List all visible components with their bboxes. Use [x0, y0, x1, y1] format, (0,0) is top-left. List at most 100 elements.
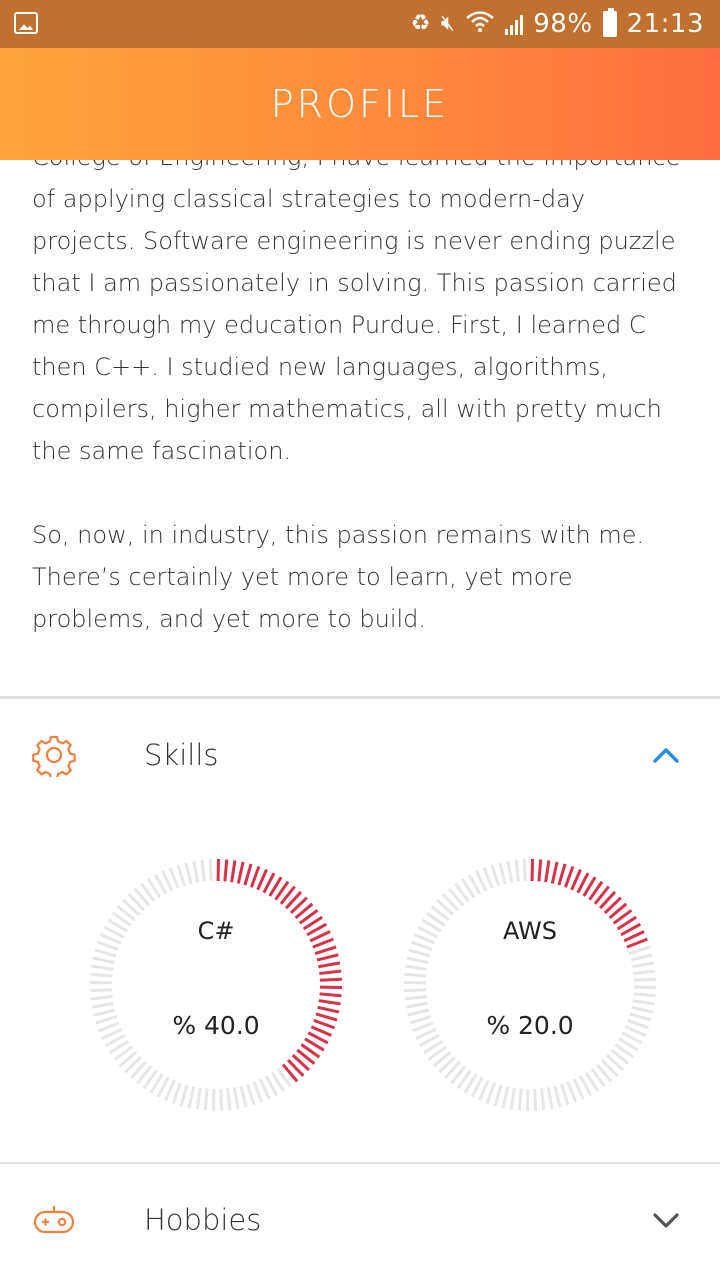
hobbies-section-header[interactable]: Hobbies [0, 1164, 720, 1276]
signal-icon [505, 13, 524, 35]
bio-paragraph-1: College of Engineering, I have learned t… [32, 143, 680, 465]
gauge-tick-empty [184, 862, 193, 885]
gauge-tick-empty [560, 1083, 570, 1106]
gauge-tick-empty [176, 864, 186, 887]
gauge-tick-filled [537, 859, 543, 882]
gauge-tick-filled [223, 859, 229, 882]
skill-gauge-aws: AWS % 20.0 [400, 855, 660, 1115]
gauge-tick-empty [239, 1085, 248, 1108]
gauge-tick-empty [517, 1088, 523, 1111]
gauge-tick-empty [232, 1087, 240, 1110]
gauge-tick-empty [404, 995, 427, 1001]
gauge-tick-empty [632, 961, 655, 969]
gauge-tick-empty [92, 956, 115, 965]
gauge-tick-empty [168, 867, 180, 889]
chevron-up-icon[interactable] [652, 745, 680, 765]
gauge-tick-empty [252, 1081, 264, 1103]
gauge-tick-filled [319, 992, 342, 998]
clock: 21:13 [626, 9, 704, 39]
gauge-tick-empty [187, 1086, 196, 1109]
gauge-tick-empty [195, 1087, 202, 1110]
gauge-tick-empty [514, 859, 520, 882]
skill-name: AWS [502, 917, 558, 945]
gauge-tick-empty [533, 1088, 538, 1111]
gauge-tick-empty [566, 1081, 578, 1103]
gauge-tick-empty [219, 1088, 224, 1111]
gauge-ring [403, 858, 657, 1112]
gauge-tick-filled [314, 945, 337, 955]
gauge-tick-filled [550, 861, 559, 884]
gauge-tick-empty [485, 1082, 497, 1104]
skill-percent: % 40.0 [172, 1011, 260, 1040]
gauge-tick-empty [91, 1001, 114, 1009]
gauge-tick-empty [633, 992, 656, 998]
gauge-tick-empty [482, 867, 494, 889]
skill-name: C# [197, 917, 235, 945]
gauge-tick-empty [94, 948, 117, 958]
gauge-tick-empty [630, 953, 653, 962]
gauge-tick-filled [557, 863, 567, 886]
app-header: PROFILE [0, 48, 720, 160]
bio-paragraph-2: So, now, in industry, this passion remai… [32, 521, 645, 633]
gauge-tick-filled [318, 999, 341, 1006]
skill-percent: % 20.0 [486, 1011, 574, 1040]
gauge-tick-empty [90, 988, 113, 993]
gauge-tick-empty [501, 1086, 510, 1109]
gauge-tick-empty [506, 860, 514, 883]
gauge-tick-filled [318, 961, 341, 969]
gauge-tick-empty [522, 859, 527, 882]
gallery-icon [14, 12, 38, 34]
gauge-tick-empty [203, 1088, 209, 1111]
gauge-tick-empty [633, 977, 656, 982]
gauge-tick-empty [553, 1085, 562, 1108]
skills-section-header[interactable]: Skills [0, 699, 720, 811]
gauge-tick-empty [192, 860, 200, 883]
skill-gauge-csharp: C# % 40.0 [86, 855, 346, 1115]
gauge-tick-empty [404, 972, 427, 978]
hobbies-label: Hobbies [144, 1203, 262, 1237]
gauge-tick-filled [230, 860, 237, 883]
gauge-tick-empty [179, 1084, 189, 1107]
gauge-tick-filled [570, 868, 582, 891]
gauge-tick-empty [405, 1001, 428, 1009]
gauge-tick-filled [249, 866, 261, 888]
battery-icon [602, 8, 617, 37]
gauge-tick-empty [628, 945, 651, 955]
gauge-tick-empty [404, 988, 427, 993]
gauge-tick-filled [319, 969, 342, 975]
page-title: PROFILE [270, 82, 450, 126]
gauge-tick-empty [90, 995, 113, 1001]
bio-text: College of Engineering, I have learned t… [32, 136, 692, 640]
battery-percent: 98% [533, 9, 593, 39]
mute-icon: 🔇︎ [440, 11, 456, 36]
gauge-tick-filled [316, 953, 339, 962]
skills-label: Skills [144, 738, 219, 772]
gamepad-icon [33, 1206, 75, 1234]
gear-icon [32, 735, 76, 777]
gauge-tick-empty [490, 864, 500, 887]
gauge-tick-empty [208, 859, 213, 882]
chevron-down-icon[interactable] [652, 1210, 680, 1230]
gauge-tick-empty [498, 862, 507, 885]
gauge-tick-empty [405, 964, 428, 971]
gauge-tick-empty [226, 1088, 232, 1111]
gauge-tick-empty [164, 1079, 176, 1102]
gauge-tick-empty [406, 956, 429, 965]
battery-saver-icon: ♻ [410, 11, 431, 36]
gauge-tick-empty [246, 1083, 256, 1106]
status-bar: ♻ 🔇︎ 98% 21:13 [0, 0, 720, 48]
gauge-tick-filled [236, 861, 245, 884]
gauge-tick-empty [200, 859, 206, 882]
gauge-tick-empty [90, 972, 113, 978]
gauge-tick-filled [243, 863, 253, 886]
gauge-ring [89, 858, 343, 1112]
gauge-tick-empty [632, 999, 655, 1006]
wifi-icon [465, 9, 495, 40]
gauge-tick-empty [493, 1084, 503, 1107]
gauge-tick-empty [408, 948, 431, 958]
gauge-tick-empty [171, 1082, 183, 1104]
gauge-tick-empty [478, 1079, 490, 1102]
gauge-tick-empty [546, 1087, 554, 1110]
gauge-tick-empty [633, 969, 656, 975]
gauge-tick-filled [544, 860, 551, 883]
